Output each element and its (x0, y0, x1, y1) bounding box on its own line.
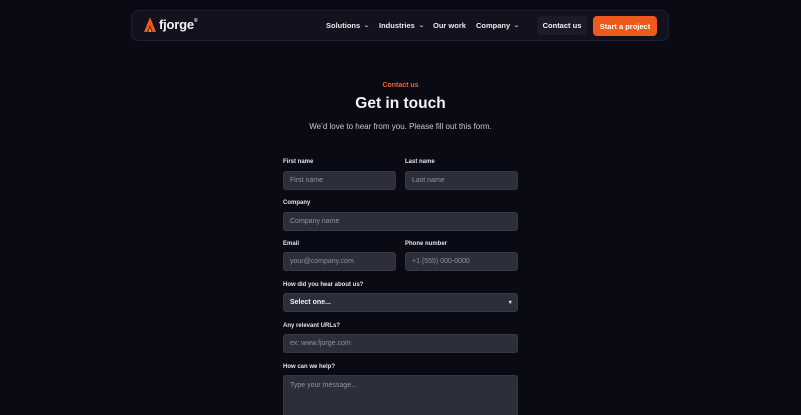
nav-item-solutions-label: Solutions (326, 21, 361, 30)
source-select-value: Select one... (290, 299, 331, 306)
chevron-down-icon: ⌄ (363, 23, 370, 29)
nav-item-our-work[interactable]: Our work (433, 21, 466, 30)
phone-field[interactable]: +1 (555) 000-0000 (405, 252, 518, 271)
nav-item-our-work-label: Our work (433, 21, 466, 30)
email-label: Email (283, 241, 300, 247)
chevron-down-icon: ⌄ (513, 23, 520, 29)
nav-item-company[interactable]: Company ⌄ (476, 21, 520, 30)
nav-item-industries[interactable]: Industries ⌄ (379, 21, 425, 30)
eyebrow-text: Contact us (382, 82, 419, 89)
top-navigation: fjorge® Solutions ⌄ Industries ⌄ Our wor… (131, 10, 669, 41)
nav-item-industries-label: Industries (379, 21, 415, 30)
nav-item-company-label: Company (476, 21, 511, 30)
last-name-field[interactable]: Last name (405, 171, 518, 190)
message-label: How can we help? (283, 364, 336, 370)
source-label: How did you hear about us? (283, 282, 364, 288)
company-label: Company (283, 200, 311, 206)
registered-mark: ® (193, 18, 198, 24)
first-name-label: First name (283, 159, 314, 165)
company-field[interactable]: Company name (283, 212, 518, 231)
last-name-label: Last name (405, 159, 435, 165)
logo-link[interactable]: fjorge® (144, 17, 198, 32)
first-name-field[interactable]: First name (283, 171, 396, 190)
flame-logo-icon (144, 17, 156, 32)
contact-us-button[interactable]: Contact us (537, 16, 587, 35)
logo-wordmark: fjorge® (159, 17, 198, 32)
start-project-button[interactable]: Start a project (593, 16, 657, 36)
message-textarea[interactable]: Type your message... (283, 375, 518, 415)
logo-text: fjorge (159, 17, 194, 32)
page-subtitle: We’d love to hear from you. Please fill … (309, 122, 492, 131)
nav-item-solutions[interactable]: Solutions ⌄ (326, 21, 370, 30)
urls-field[interactable]: ex: www.fjorge.com (283, 334, 518, 353)
source-select[interactable]: Select one... ▼ (283, 293, 518, 312)
urls-label: Any relevant URLs? (283, 323, 341, 329)
page-title: Get in touch (355, 95, 446, 112)
chevron-down-icon: ⌄ (418, 23, 425, 29)
email-field[interactable]: your@company.com (283, 252, 396, 271)
caret-down-icon: ▼ (507, 299, 513, 306)
contact-page: fjorge® Solutions ⌄ Industries ⌄ Our wor… (0, 0, 801, 415)
phone-label: Phone number (405, 241, 448, 247)
